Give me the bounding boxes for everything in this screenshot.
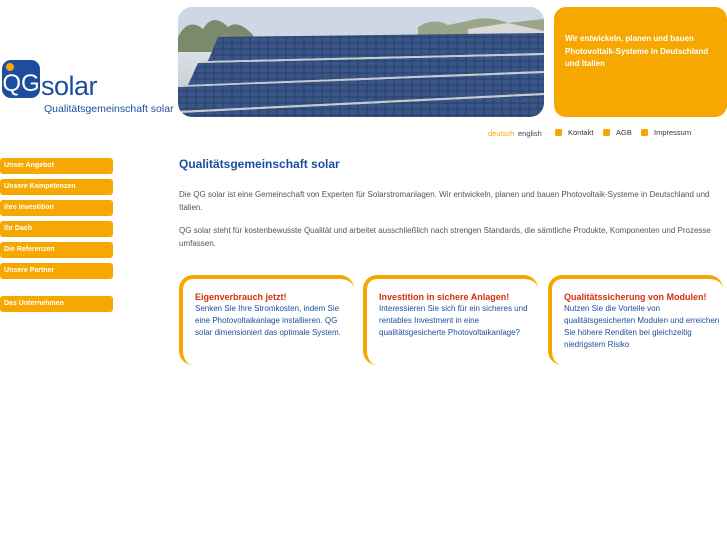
bullet-icon xyxy=(641,129,648,136)
nav-ihr-dach[interactable]: Ihr Dach xyxy=(0,221,113,237)
impressum-label: Impressum xyxy=(654,128,692,137)
nav-ihre-investition[interactable]: Ihre Investition xyxy=(0,200,113,216)
solar-panels-banner-image xyxy=(178,7,544,117)
lang-deutsch-link[interactable]: deutsch xyxy=(488,129,514,138)
logo-wordmark: solar xyxy=(41,71,98,101)
svg-text:QG: QG xyxy=(2,70,39,97)
bullet-icon xyxy=(555,129,562,136)
nav-unser-angebot[interactable]: Unser Angebot xyxy=(0,158,113,174)
agb-label: AGB xyxy=(616,128,632,137)
feature-text: Nutzen Sie die Vorteile von qualitätsges… xyxy=(564,304,720,349)
tagline-text: Wir entwickeln, planen und bauen Photovo… xyxy=(565,34,709,68)
qg-logo-mark-icon: QG xyxy=(2,60,40,98)
nav-die-referenzen[interactable]: Die Referenzen xyxy=(0,242,113,258)
tagline-box: Wir entwickeln, planen und bauen Photovo… xyxy=(554,7,727,117)
bullet-icon xyxy=(603,129,610,136)
impressum-link[interactable]: Impressum xyxy=(641,128,691,137)
kontakt-label: Kontakt xyxy=(568,128,594,137)
nav-unsere-partner[interactable]: Unsere Partner xyxy=(0,263,113,279)
quality-paragraph: QG solar steht für kostenbewusste Qualit… xyxy=(179,226,711,248)
intro-paragraph: Die QG solar ist eine Gemeinschaft von E… xyxy=(179,190,710,212)
nav-das-unternehmen[interactable]: Das Unternehmen xyxy=(0,296,113,312)
kontakt-link[interactable]: Kontakt xyxy=(555,128,593,137)
feature-text: Interessieren Sie sich für ein sicheres … xyxy=(379,304,528,337)
feature-text: Senken Sie Ihre Stromkosten, indem Sie e… xyxy=(195,304,341,337)
feature-box-investition[interactable]: Investition in sichere Anlagen! Interess… xyxy=(363,275,538,365)
qg-solar-logo[interactable]: QG solar Qualitätsgemeinschaft solar xyxy=(2,58,174,118)
feature-title[interactable]: Investition in sichere Anlagen! xyxy=(379,292,538,302)
feature-box-qualitaetssicherung[interactable]: Qualitätssicherung von Modulen! Nutzen S… xyxy=(548,275,723,365)
feature-title[interactable]: Qualitätssicherung von Modulen! xyxy=(564,292,723,302)
logo-subtitle: Qualitätsgemeinschaft solar xyxy=(44,103,174,115)
feature-title[interactable]: Eigenverbrauch jetzt! xyxy=(195,292,354,302)
lang-english-link[interactable]: english xyxy=(518,129,542,138)
agb-link[interactable]: AGB xyxy=(603,128,632,137)
page-title: Qualitätsgemeinschaft solar xyxy=(179,157,340,171)
feature-box-eigenverbrauch[interactable]: Eigenverbrauch jetzt! Senken Sie Ihre St… xyxy=(179,275,354,365)
nav-unsere-kompetenzen[interactable]: Unsere Kompetenzen xyxy=(0,179,113,195)
